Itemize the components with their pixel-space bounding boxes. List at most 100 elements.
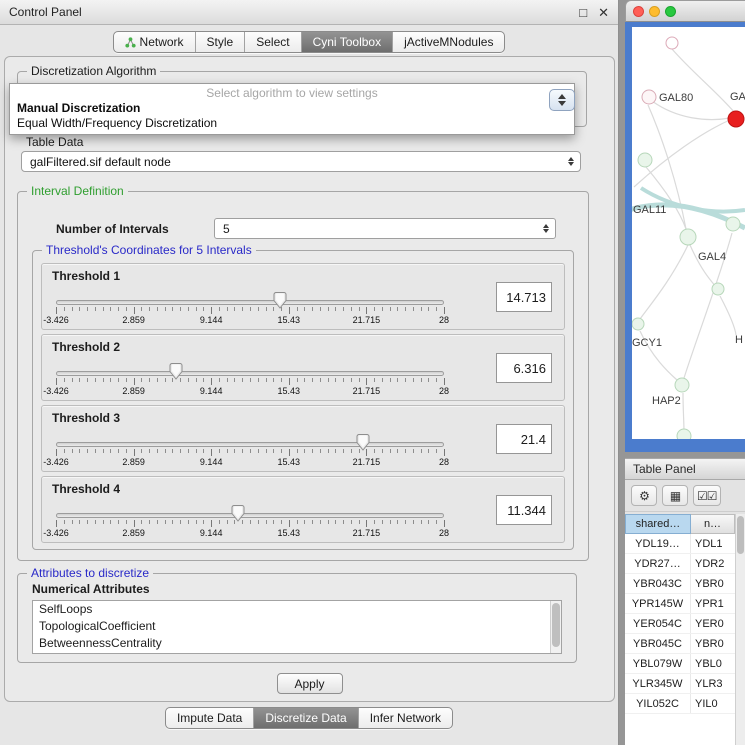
- tab-discretize-data[interactable]: Discretize Data: [253, 708, 357, 728]
- table-row[interactable]: YPR145WYPR1: [625, 594, 735, 614]
- table-row[interactable]: YER054CYER0: [625, 614, 735, 634]
- scale-label: 2.859: [122, 386, 145, 396]
- network-node[interactable]: [675, 378, 689, 392]
- column-header[interactable]: shared…: [625, 514, 691, 534]
- attribute-item[interactable]: SelfLoops: [33, 601, 561, 618]
- algorithm-option[interactable]: Manual Discretization: [10, 101, 574, 116]
- table-row[interactable]: YLR345WYLR3: [625, 674, 735, 694]
- network-node[interactable]: [642, 90, 656, 104]
- table-row[interactable]: YDL19…YDL1: [625, 534, 735, 554]
- table-data-combo[interactable]: galFiltered.sif default node: [21, 151, 581, 172]
- scale-label: 21.715: [353, 315, 381, 325]
- slider-thumb[interactable]: [356, 434, 369, 451]
- table-row[interactable]: YBR043CYBR0: [625, 574, 735, 594]
- scale-label: 21.715: [353, 386, 381, 396]
- threshold-slider[interactable]: -3.4262.8599.14415.4321.71528: [56, 433, 444, 469]
- table-row[interactable]: YBR045CYBR0: [625, 634, 735, 654]
- slider-scale: -3.4262.8599.14415.4321.71528: [56, 457, 444, 467]
- network-node[interactable]: [632, 318, 644, 330]
- slider-scale: -3.4262.8599.14415.4321.71528: [56, 315, 444, 325]
- threshold-label: Threshold 4: [52, 482, 120, 496]
- network-node[interactable]: [712, 283, 724, 295]
- scale-label: 15.43: [278, 386, 301, 396]
- tab-select[interactable]: Select: [244, 32, 300, 52]
- tab-style[interactable]: Style: [195, 32, 245, 52]
- attributes-group-label: Attributes to discretize: [27, 566, 153, 580]
- network-node[interactable]: [677, 429, 691, 439]
- algorithm-placeholder: Select algorithm to view settings: [10, 86, 574, 101]
- slider-thumb[interactable]: [232, 505, 245, 522]
- close-icon[interactable]: ✕: [598, 6, 609, 19]
- tab-impute-data[interactable]: Impute Data: [166, 708, 253, 728]
- slider-track: [56, 371, 444, 376]
- close-traffic-light[interactable]: [633, 6, 644, 17]
- network-node[interactable]: [666, 37, 678, 49]
- algorithm-option[interactable]: Equal Width/Frequency Discretization: [10, 116, 574, 131]
- show-columns-icon[interactable]: ▦: [662, 485, 688, 506]
- table-row[interactable]: YBL079WYBL0: [625, 654, 735, 674]
- combo-stepper-icon: [566, 157, 576, 166]
- select-rows-icon[interactable]: ☑☑: [693, 485, 721, 506]
- algorithm-dropdown-popup: Select algorithm to view settings Manual…: [9, 83, 575, 135]
- table-row[interactable]: YDR27…YDR2: [625, 554, 735, 574]
- tab-cyni-toolbox[interactable]: Cyni Toolbox: [301, 32, 392, 52]
- table-cell: YLR345W: [625, 674, 691, 693]
- column-header[interactable]: n…: [691, 514, 735, 534]
- scale-label: -3.426: [43, 315, 69, 325]
- slider-thumb[interactable]: [170, 363, 183, 380]
- tab-network[interactable]: Network: [114, 32, 195, 52]
- threshold-value-field[interactable]: 21.4: [496, 424, 552, 454]
- slider-ticks: [56, 520, 444, 528]
- attributes-list[interactable]: SelfLoopsTopologicalCoefficientBetweenne…: [32, 600, 562, 654]
- number-of-intervals-spinner[interactable]: 5: [214, 218, 556, 239]
- table-scrollbar[interactable]: [735, 514, 745, 745]
- threshold-slider[interactable]: -3.4262.8599.14415.4321.71528: [56, 291, 444, 327]
- attribute-item[interactable]: BetweennessCentrality: [33, 635, 561, 652]
- control-panel-window: Control Panel □ ✕ NetworkStyleSelectCyni…: [0, 0, 619, 745]
- threshold-slider[interactable]: -3.4262.8599.14415.4321.71528: [56, 362, 444, 398]
- tp-toolbar: ⚙▦☑☑: [625, 480, 745, 512]
- tab-infer-network[interactable]: Infer Network: [358, 708, 452, 728]
- minimize-traffic-light[interactable]: [649, 6, 660, 17]
- scale-label: 28: [439, 315, 449, 325]
- minimize-icon[interactable]: □: [579, 6, 587, 19]
- network-node[interactable]: [680, 229, 696, 245]
- slider-track: [56, 300, 444, 305]
- algorithm-combo-stepper[interactable]: [549, 89, 575, 111]
- node-label: HAP2: [652, 395, 681, 407]
- cyni-toolbox-panel: Discretization Algorithm Select algorith…: [4, 56, 615, 702]
- network-view-window: GAL80 GA GAL11 GAL4 GCY1 H HAP2: [625, 0, 745, 452]
- scrollbar-thumb[interactable]: [737, 516, 744, 554]
- scrollbar-thumb[interactable]: [552, 603, 560, 647]
- slider-ticks: [56, 307, 444, 315]
- network-canvas[interactable]: GAL80 GA GAL11 GAL4 GCY1 H HAP2: [632, 27, 745, 439]
- threshold-slider[interactable]: -3.4262.8599.14415.4321.71528: [56, 504, 444, 540]
- attribute-item[interactable]: TopologicalCoefficient: [33, 618, 561, 635]
- apply-button[interactable]: Apply: [277, 673, 343, 694]
- network-node[interactable]: [638, 153, 652, 167]
- number-of-intervals-value: 5: [223, 222, 541, 236]
- threshold-panel: Threshold 4 -3.4262.8599.14415.4321.71528…: [41, 476, 565, 543]
- table-cell: YIL052C: [625, 694, 691, 713]
- zoom-traffic-light[interactable]: [665, 6, 676, 17]
- tab-label: Infer Network: [370, 711, 441, 725]
- threshold-value-field[interactable]: 11.344: [496, 495, 552, 525]
- attributes-scrollbar[interactable]: [550, 601, 561, 653]
- settings-gear-icon[interactable]: ⚙: [631, 485, 657, 506]
- slider-thumb[interactable]: [273, 292, 286, 309]
- table-panel-title: Table Panel: [633, 462, 696, 476]
- slider-track: [56, 513, 444, 518]
- threshold-value-field[interactable]: 6.316: [496, 353, 552, 383]
- table-cell: YBR0: [691, 634, 735, 653]
- tab-label: Cyni Toolbox: [313, 35, 381, 49]
- tab-jactivemnodules[interactable]: jActiveMNodules: [392, 32, 504, 52]
- selected-network-node[interactable]: [728, 111, 744, 127]
- table-cell: YPR1: [691, 594, 735, 613]
- threshold-value-field[interactable]: 14.713: [496, 282, 552, 312]
- network-icon: [125, 37, 136, 48]
- slider-scale: -3.4262.8599.14415.4321.71528: [56, 528, 444, 538]
- scale-label: 28: [439, 386, 449, 396]
- network-node[interactable]: [726, 217, 740, 231]
- scale-label: 15.43: [278, 528, 301, 538]
- table-row[interactable]: YIL052CYIL0: [625, 694, 735, 714]
